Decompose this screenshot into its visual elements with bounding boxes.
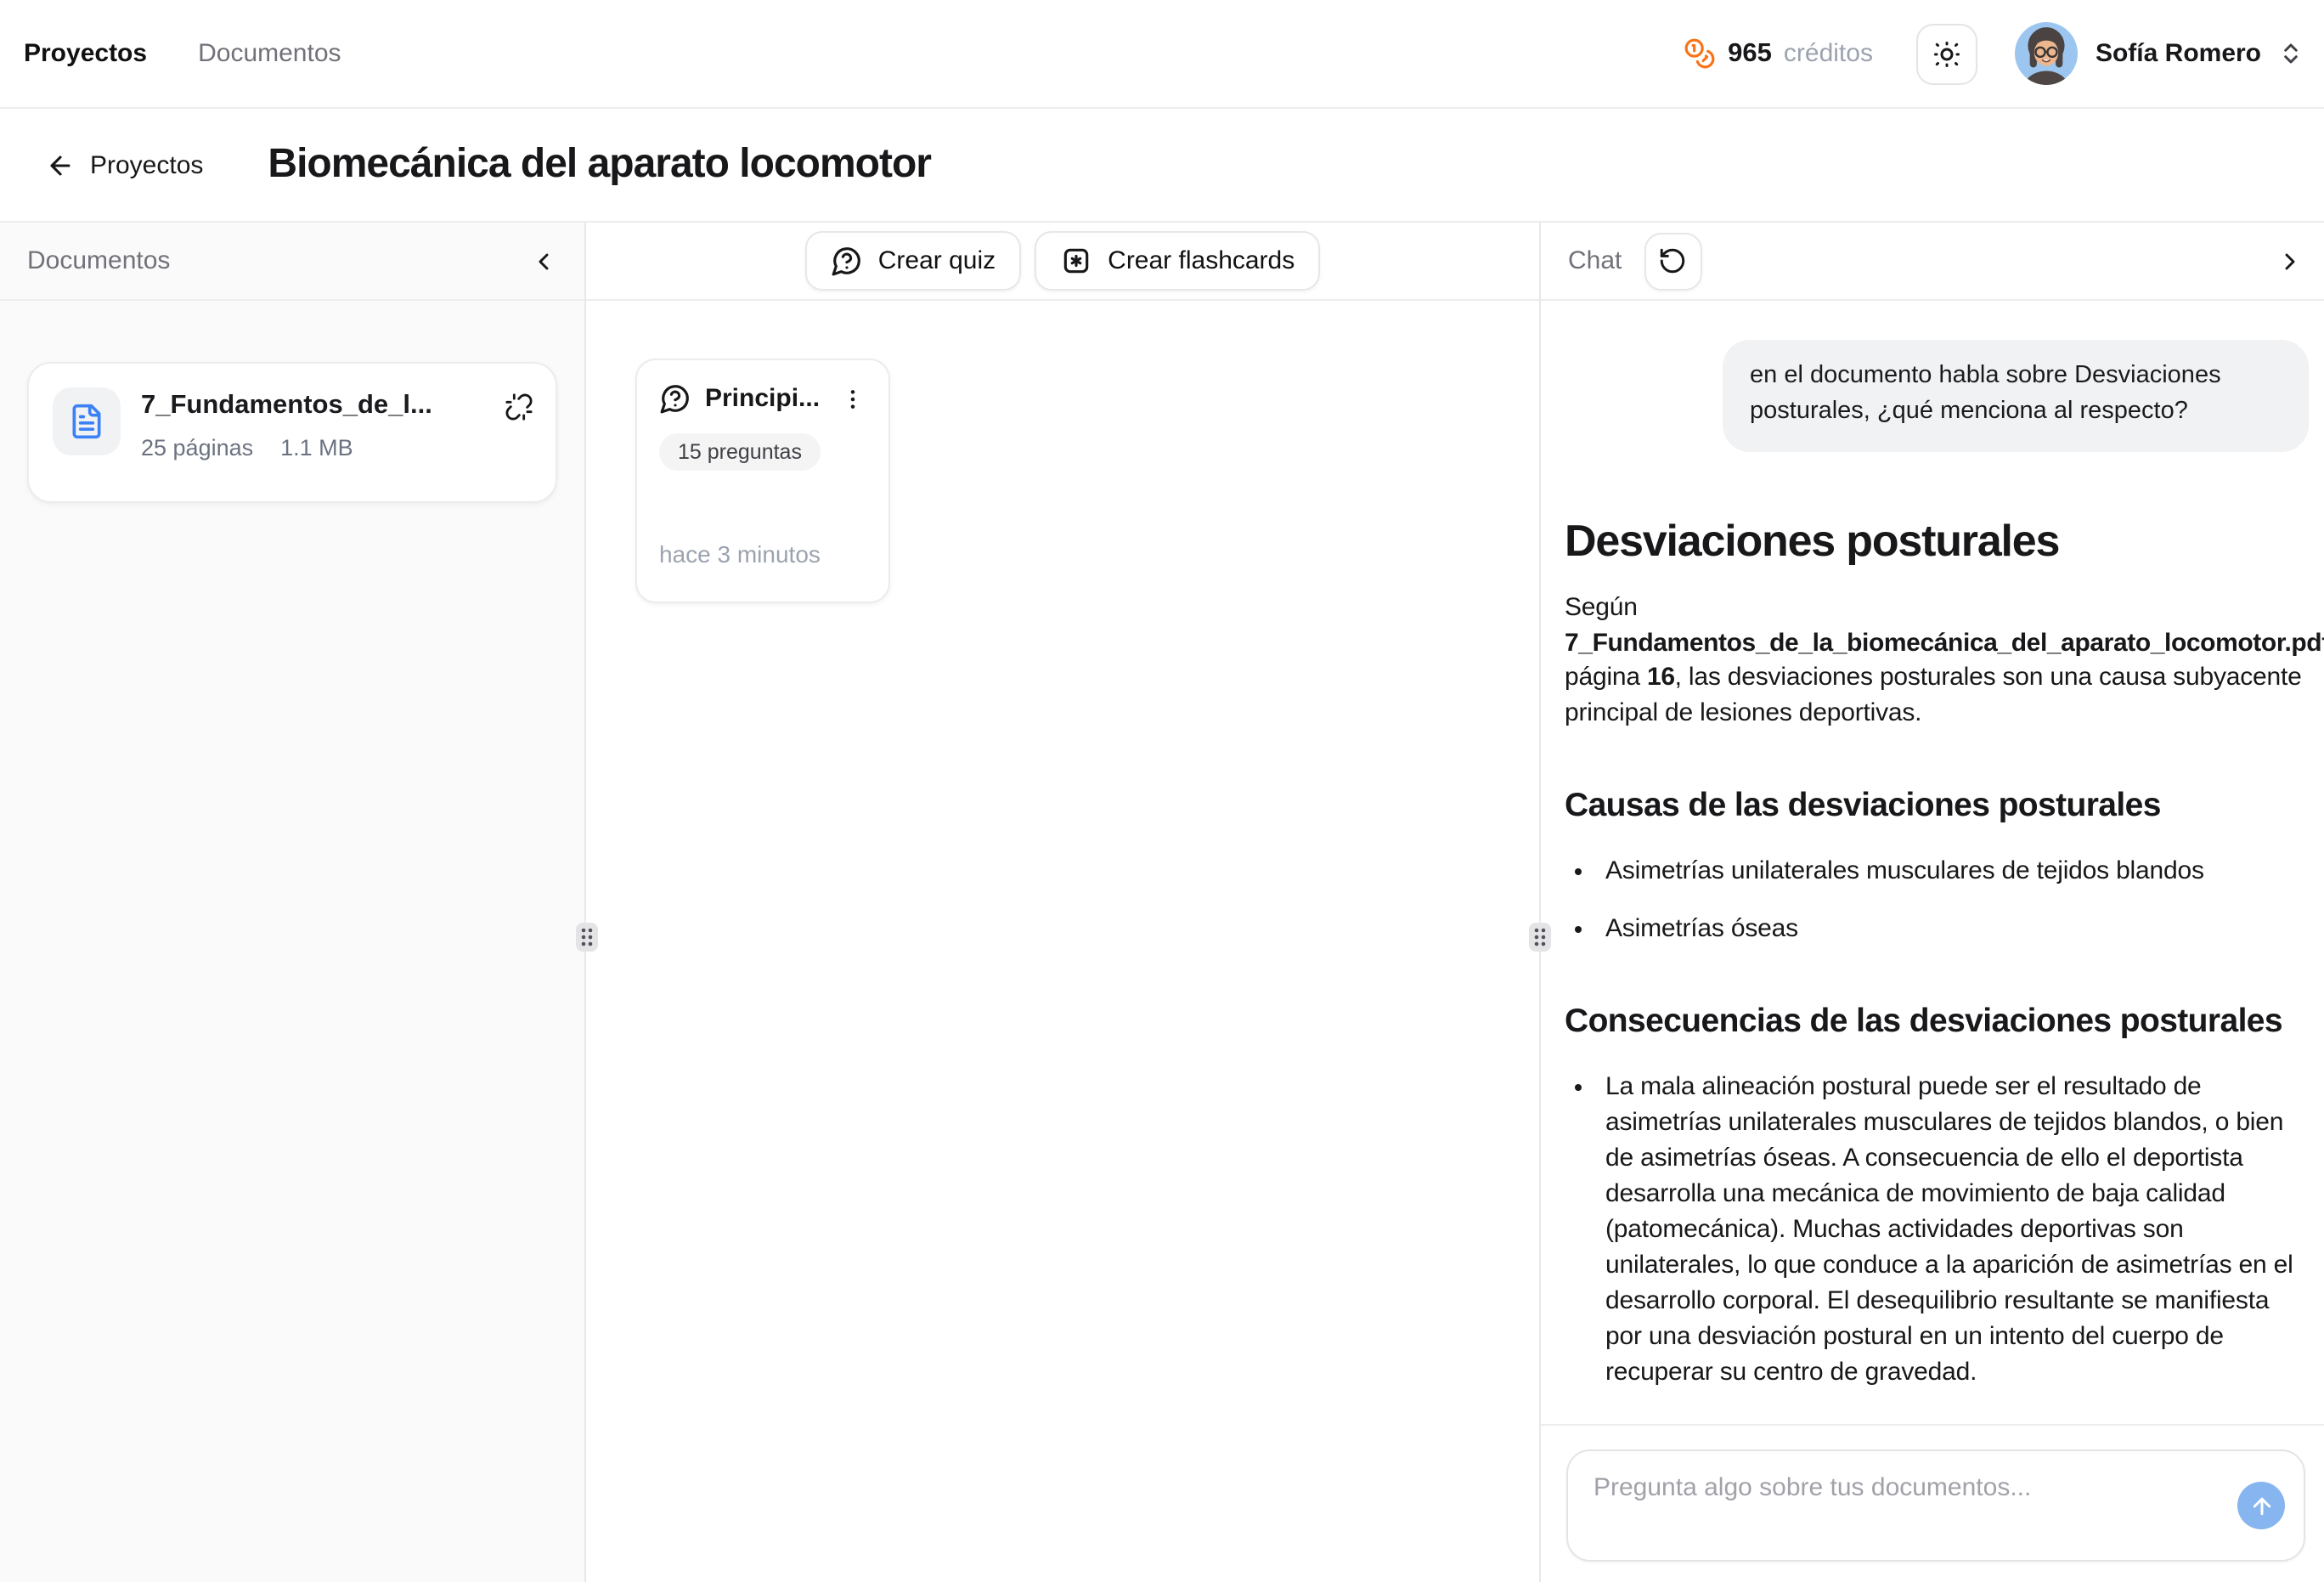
chat-input-area xyxy=(1541,1424,2324,1582)
documents-panel-header: Documentos xyxy=(0,223,584,301)
message-question-icon xyxy=(831,245,863,277)
arrow-left-icon xyxy=(46,150,75,179)
chevrons-up-down-icon xyxy=(2278,41,2304,66)
document-pages: 25 páginas xyxy=(141,435,253,460)
account-menu[interactable]: Sofía Romero xyxy=(2016,22,2304,85)
user-message-bubble: en el documento habla sobre Desviaciones… xyxy=(1723,340,2309,452)
quiz-card-menu-button[interactable] xyxy=(839,385,866,412)
quiz-card-header: Principi... xyxy=(659,382,866,415)
page-title: Biomecánica del aparato locomotor xyxy=(268,141,931,189)
user-name: Sofía Romero xyxy=(2096,39,2261,68)
grip-icon xyxy=(1532,926,1548,948)
chat-title: Chat xyxy=(1568,246,1622,275)
causes-heading: Causas de las desviaciones posturales xyxy=(1565,787,2309,826)
chevron-left-icon xyxy=(530,247,557,274)
list-item: La mala alineación postural puede ser el… xyxy=(1600,1069,2309,1390)
causes-list: Asimetrías unilaterales musculares de te… xyxy=(1565,853,2309,946)
app-root: Proyectos Documentos 965 créditos xyxy=(0,0,2324,1582)
source-page-number: 16 xyxy=(1647,663,1675,692)
documents-panel: Documentos 7_Fundame xyxy=(0,223,586,1582)
avatar xyxy=(2016,22,2079,85)
back-to-projects-button[interactable]: Proyectos xyxy=(46,150,203,179)
credits-label: créditos xyxy=(1784,39,1873,68)
reset-chat-button[interactable] xyxy=(1644,232,1701,290)
consequences-list: La mala alineación postural puede ser el… xyxy=(1565,1069,2309,1390)
sun-icon xyxy=(1932,38,1963,69)
file-text-icon xyxy=(53,387,121,455)
quiz-card-timestamp: hace 3 minutos xyxy=(659,540,821,578)
pane-resize-handle-right[interactable] xyxy=(1529,923,1551,952)
chat-header: Chat xyxy=(1541,223,2324,301)
create-flashcards-label: Crear flashcards xyxy=(1108,246,1295,275)
response-heading: Desviaciones posturales xyxy=(1565,515,2309,568)
kebab-icon xyxy=(839,385,866,412)
nav-item-proyectos[interactable]: Proyectos xyxy=(24,39,147,68)
chat-input-box xyxy=(1566,1449,2305,1562)
document-card[interactable]: 7_Fundamentos_de_l... 25 páginas 1.1 MB xyxy=(27,362,557,503)
expand-chat-button[interactable] xyxy=(2276,247,2304,274)
documents-panel-title: Documentos xyxy=(27,246,170,275)
assistant-response: Desviaciones posturales Según 7_Fundamen… xyxy=(1565,515,2309,1424)
create-quiz-button[interactable]: Crear quiz xyxy=(805,231,1021,291)
credits-value: 965 xyxy=(1728,38,1772,69)
send-message-button[interactable] xyxy=(2237,1482,2285,1529)
theme-toggle-button[interactable] xyxy=(1917,23,1978,84)
top-nav-right: 965 créditos xyxy=(1684,22,2304,85)
credits-button[interactable]: 965 créditos xyxy=(1684,37,1873,70)
list-item: Asimetrías unilaterales musculares de te… xyxy=(1600,853,2309,889)
chat-panel: Chat en el docu xyxy=(1541,223,2324,1582)
top-nav: Proyectos Documentos 965 créditos xyxy=(0,0,2324,109)
document-info: 7_Fundamentos_de_l... 25 páginas 1.1 MB xyxy=(141,387,432,477)
flashcard-icon xyxy=(1060,245,1092,277)
grip-icon xyxy=(579,926,595,948)
create-flashcards-button[interactable]: Crear flashcards xyxy=(1035,231,1320,291)
nav-links: Proyectos Documentos xyxy=(24,39,341,68)
workspace-panel: Crear quiz Crear flashcards xyxy=(586,223,1541,1582)
rotate-ccw-icon xyxy=(1658,246,1687,275)
source-file-name: 7_Fundamentos_de_la_biomecánica_del_apar… xyxy=(1565,628,2324,657)
document-name: 7_Fundamentos_de_l... xyxy=(141,391,432,421)
main-area: Documentos 7_Fundame xyxy=(0,223,2324,1582)
unlink-icon xyxy=(505,393,533,421)
unlink-status-button[interactable] xyxy=(505,393,533,421)
quiz-card[interactable]: Principi... 15 preguntas hace 3 minutos xyxy=(635,359,890,603)
page-header: Proyectos Biomecánica del aparato locomo… xyxy=(0,109,2324,223)
pane-resize-handle-left[interactable] xyxy=(576,923,598,952)
document-meta: 25 páginas 1.1 MB xyxy=(141,435,432,460)
workspace-toolbar: Crear quiz Crear flashcards xyxy=(586,223,1539,301)
create-quiz-label: Crear quiz xyxy=(878,246,996,275)
quiz-question-count-badge: 15 preguntas xyxy=(659,433,821,471)
document-size: 1.1 MB xyxy=(280,435,353,460)
message-question-icon xyxy=(659,382,691,415)
back-label: Proyectos xyxy=(90,150,203,179)
nav-item-documentos[interactable]: Documentos xyxy=(198,39,341,68)
quiz-card-title: Principi... xyxy=(705,384,820,413)
chevron-right-icon xyxy=(2276,247,2304,274)
arrow-up-icon xyxy=(2248,1493,2274,1518)
chat-input[interactable] xyxy=(1568,1451,2304,1560)
chat-messages: en el documento habla sobre Desviaciones… xyxy=(1541,301,2324,1424)
list-item: Asimetrías óseas xyxy=(1600,911,2309,946)
collapse-panel-button[interactable] xyxy=(527,244,561,278)
consequences-heading: Consecuencias de las desviaciones postur… xyxy=(1565,1003,2309,1042)
coins-icon xyxy=(1684,37,1716,70)
response-intro: Según 7_Fundamentos_de_la_biomecánica_de… xyxy=(1565,591,2309,731)
